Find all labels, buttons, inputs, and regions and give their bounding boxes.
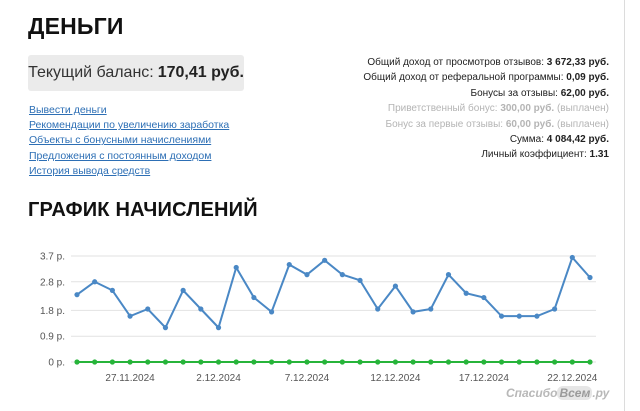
data-point xyxy=(392,283,399,289)
data-point xyxy=(534,359,540,365)
stat-review-bonus: Бонусы за отзывы: 62,00 руб. xyxy=(470,87,609,99)
x-tick-label: 27.11.2024 xyxy=(105,373,155,384)
data-point xyxy=(428,359,434,365)
data-point xyxy=(109,359,115,365)
data-point xyxy=(127,359,133,365)
data-point xyxy=(516,313,522,319)
data-point xyxy=(445,359,452,365)
permanent-income-link[interactable]: Предложения с постоянным доходом xyxy=(29,150,211,162)
x-tick-label: 7.12.2024 xyxy=(285,373,330,384)
data-point xyxy=(498,313,505,319)
stat-total-sum: Сумма: 4 084,42 руб. xyxy=(509,133,609,145)
stat-referral-income: Общий доход от реферальной программы: 0,… xyxy=(363,72,609,84)
data-point xyxy=(552,306,558,312)
y-tick-label: 2.8 р. xyxy=(40,277,65,288)
data-point xyxy=(463,290,469,296)
x-tick-label: 22.12.2024 xyxy=(547,373,597,384)
data-point xyxy=(587,359,593,365)
data-point xyxy=(251,294,257,301)
data-point xyxy=(180,359,186,365)
chart-title-rest: НАЧИСЛЕНИЙ xyxy=(115,199,258,221)
data-point xyxy=(286,261,292,268)
earning-tips-link[interactable]: Рекомендации по увеличению заработка xyxy=(29,119,229,131)
data-point xyxy=(92,279,98,285)
data-point xyxy=(339,272,345,278)
chart-title: ГРАФИК НАЧИСЛЕНИЙ xyxy=(28,199,258,222)
data-point xyxy=(410,309,416,315)
data-point xyxy=(463,359,469,365)
data-point xyxy=(534,313,540,319)
income-stats: Общий доход от просмотров отзывов: 3 672… xyxy=(363,55,609,163)
data-point xyxy=(251,359,257,365)
y-tick-label: 0 р. xyxy=(48,358,65,369)
balance-value: 170,41 руб. xyxy=(157,64,244,81)
data-point xyxy=(233,359,239,365)
data-point xyxy=(410,359,416,365)
bonus-objects-link[interactable]: Объекты с бонусными начислениями xyxy=(29,134,211,146)
data-point xyxy=(215,359,222,365)
balance-box: Текущий баланс: 170,41 руб. xyxy=(28,55,244,91)
data-point xyxy=(481,359,487,365)
data-point xyxy=(145,306,151,312)
x-tick-label: 12.12.2024 xyxy=(370,373,420,384)
data-point xyxy=(569,359,575,365)
data-point xyxy=(375,306,381,312)
data-point xyxy=(357,277,363,283)
data-point xyxy=(233,264,239,271)
data-point xyxy=(587,274,593,281)
data-point xyxy=(162,359,169,365)
data-point xyxy=(569,254,575,261)
y-tick-label: 3.7 р. xyxy=(40,252,65,263)
data-point xyxy=(92,359,98,365)
panel-border xyxy=(624,0,625,411)
data-point xyxy=(109,287,115,293)
data-point xyxy=(339,359,345,365)
x-tick-label: 2.12.2024 xyxy=(196,373,241,384)
data-point xyxy=(516,359,522,365)
y-tick-label: 0.9 р. xyxy=(40,332,65,343)
page-title: ДЕНЬГИ xyxy=(28,13,124,39)
data-point xyxy=(392,359,399,365)
data-point xyxy=(180,287,186,293)
balance-label: Текущий баланс: xyxy=(28,64,154,81)
data-point xyxy=(74,359,80,365)
data-point xyxy=(268,359,275,365)
data-point xyxy=(445,272,452,278)
data-point xyxy=(357,359,363,365)
withdraw-money-link[interactable]: Вывести деньги xyxy=(29,104,107,116)
watermark: Спасибо Всем .ру xyxy=(506,386,610,400)
series-line xyxy=(76,255,591,330)
data-point xyxy=(198,306,204,312)
stat-first-reviews-bonus: Бонус за первые отзывы: 60,00 руб. (выпл… xyxy=(385,118,610,130)
data-point xyxy=(428,306,434,312)
data-point xyxy=(286,359,292,365)
data-point xyxy=(127,313,133,319)
money-links: Вывести деньги Рекомендации по увеличени… xyxy=(29,101,229,177)
withdraw-history-link[interactable]: История вывода средств xyxy=(29,165,150,177)
stat-views-income: Общий доход от просмотров отзывов: 3 672… xyxy=(367,57,609,68)
data-point xyxy=(498,359,505,365)
data-point xyxy=(552,359,558,365)
data-point xyxy=(322,359,328,365)
chart-title-bold: ГРАФИК xyxy=(28,199,110,221)
data-point xyxy=(198,359,204,365)
data-point xyxy=(375,359,381,365)
data-point xyxy=(322,257,328,263)
y-tick-label: 1.8 р. xyxy=(40,306,65,317)
data-point xyxy=(162,325,169,331)
data-point xyxy=(481,294,487,301)
stat-personal-coefficient: Личный коэффициент: 1.31 xyxy=(481,149,609,161)
data-point xyxy=(304,272,310,278)
data-point xyxy=(268,309,275,315)
x-tick-label: 17.12.2024 xyxy=(459,373,509,384)
data-point xyxy=(304,359,310,365)
data-point xyxy=(145,359,151,365)
data-point xyxy=(215,325,222,331)
data-point xyxy=(74,292,80,298)
stat-welcome-bonus: Приветственный бонус: 300,00 руб. (выпла… xyxy=(387,103,609,115)
